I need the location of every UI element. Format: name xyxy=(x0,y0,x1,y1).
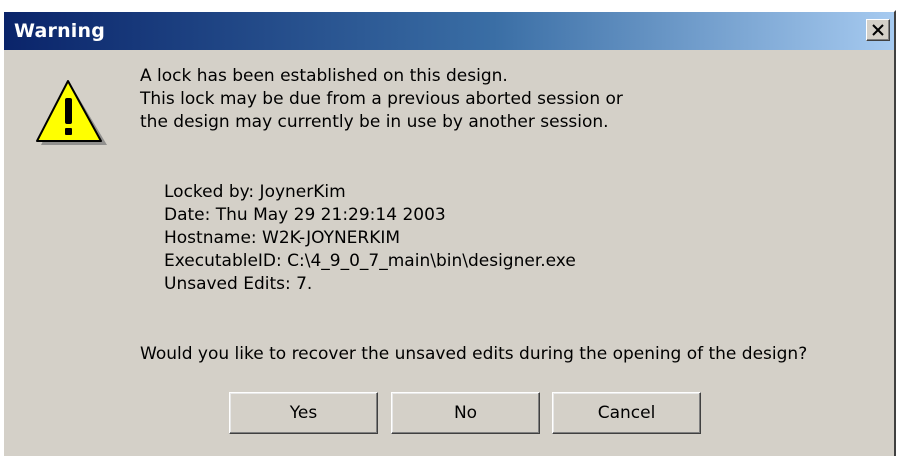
cancel-button[interactable]: Cancel xyxy=(552,392,701,434)
dialog-title: Warning xyxy=(14,20,106,42)
warning-message: A lock has been established on this desi… xyxy=(140,65,623,134)
no-button[interactable]: No xyxy=(391,392,540,434)
locked-by: Locked by: JoynerKim xyxy=(164,182,346,202)
lock-date: Date: Thu May 29 21:29:14 2003 xyxy=(164,205,446,225)
unsaved-edits: Unsaved Edits: 7. xyxy=(164,274,313,294)
hostname: Hostname: W2K-JOYNERKIM xyxy=(164,228,401,248)
message-line: A lock has been established on this desi… xyxy=(140,66,508,86)
executable-id: ExecutableID: C:\4_9_0_7_main\bin\design… xyxy=(164,251,576,271)
yes-button[interactable]: Yes xyxy=(229,392,378,434)
message-line: This lock may be due from a previous abo… xyxy=(140,89,623,109)
title-bar[interactable]: Warning xyxy=(4,12,894,50)
message-line: the design may currently be in use by an… xyxy=(140,112,609,132)
close-icon xyxy=(872,24,884,36)
close-button[interactable] xyxy=(866,19,890,41)
screen: Warning A lock has been established on t… xyxy=(0,0,898,456)
warning-dialog: Warning A lock has been established on t… xyxy=(2,10,896,456)
warning-triangle-icon xyxy=(36,80,107,145)
recover-question: Would you like to recover the unsaved ed… xyxy=(140,344,808,364)
lock-details: Locked by: JoynerKim Date: Thu May 29 21… xyxy=(164,181,576,296)
